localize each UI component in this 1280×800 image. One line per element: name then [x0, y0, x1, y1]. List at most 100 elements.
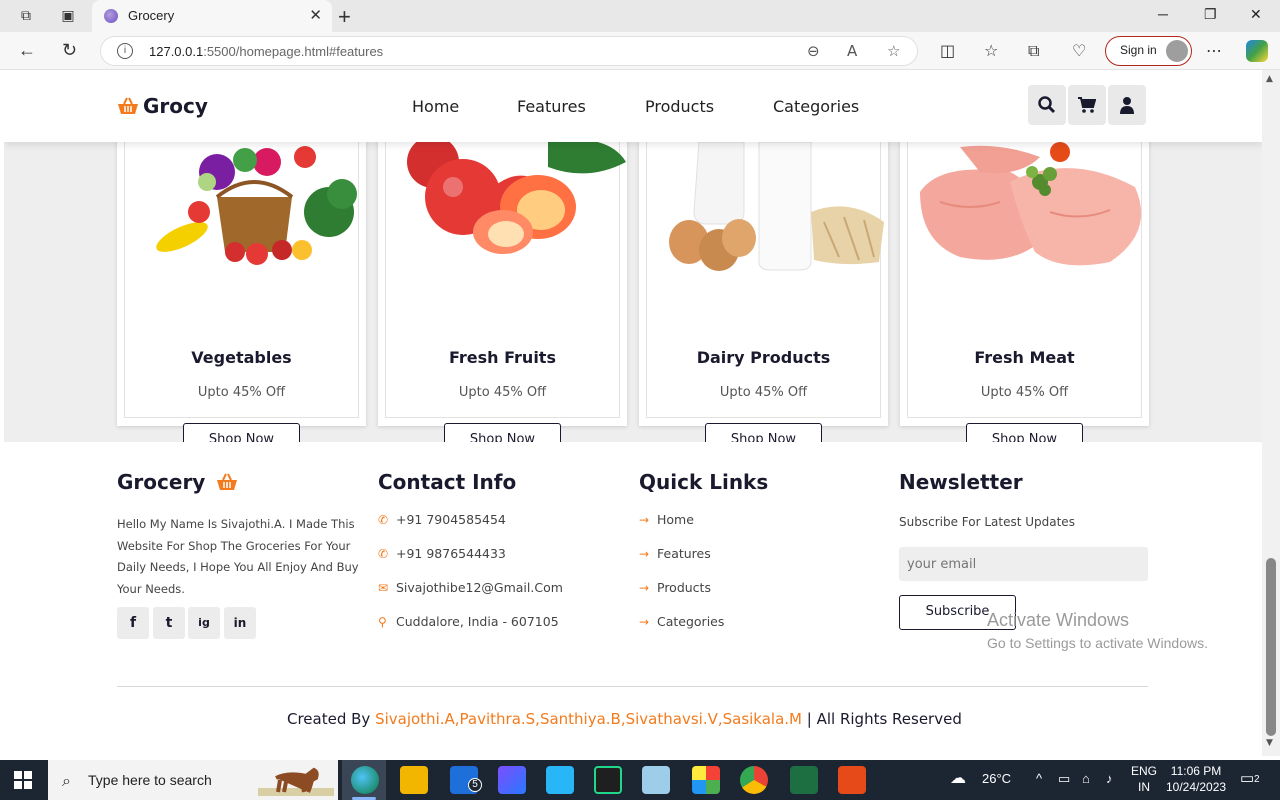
basket-icon	[118, 97, 138, 114]
browser-essentials-icon[interactable]: ♡	[1072, 41, 1086, 60]
tab-actions-icon[interactable]: ▣	[58, 6, 78, 26]
workspaces-icon[interactable]: ⧉	[16, 6, 36, 26]
search-icon	[1038, 96, 1056, 114]
nav-home[interactable]: Home	[412, 97, 459, 116]
product-title: Vegetables	[191, 348, 292, 367]
minimize-button[interactable]: ─	[1158, 6, 1168, 22]
favicon-icon	[104, 9, 118, 23]
footer-link-products[interactable]: → Products	[639, 580, 711, 595]
more-options-icon[interactable]: ⋯	[1206, 41, 1222, 60]
close-window-button[interactable]: ✕	[1250, 6, 1262, 23]
search-icon: ⌕	[62, 771, 71, 790]
scroll-up-icon[interactable]: ▲	[1266, 74, 1273, 84]
taskbar-search[interactable]: ⌕ Type here to search	[48, 760, 338, 800]
edge-browser-icon[interactable]	[351, 766, 379, 794]
file-explorer-icon[interactable]	[400, 766, 428, 794]
mail-badge: 5	[468, 778, 482, 792]
site-header: Grocy Home Features Products Categories	[4, 70, 1262, 142]
vegetables-image	[117, 142, 366, 272]
language-indicator[interactable]: ENG IN	[1131, 763, 1157, 795]
paint-app-icon[interactable]	[838, 766, 866, 794]
page-viewport: Grocy Home Features Products Categories	[4, 70, 1262, 756]
contact-phone-1[interactable]: ✆ +91 7904585454	[378, 512, 506, 527]
twitter-icon[interactable]: t	[153, 607, 185, 639]
email-field[interactable]	[899, 547, 1148, 581]
back-arrow-icon[interactable]: ←	[18, 40, 36, 61]
footer-link-categories[interactable]: → Categories	[639, 614, 724, 629]
windows-taskbar: ⌕ Type here to search 5 ☁ 26°C ^ ▭ ⌂ ♪ E…	[0, 760, 1280, 800]
browser-toolbar: ← ↻ i 127.0.0.1:5500/homepage.html#featu…	[0, 32, 1280, 70]
footer-newsletter-title: Newsletter	[899, 470, 1023, 494]
product-title: Fresh Fruits	[449, 348, 556, 367]
cart-button[interactable]	[1068, 85, 1106, 125]
footer-link-features[interactable]: → Features	[639, 546, 711, 561]
windows-media-icon[interactable]	[692, 766, 720, 794]
microsoft-store-icon[interactable]	[546, 766, 574, 794]
footer-credits: Created By Sivajothi.A,Pavithra.S,Santhi…	[287, 710, 962, 728]
site-footer: Grocery Hello My Name Is Sivajothi.A. I …	[4, 442, 1262, 756]
chrome-icon[interactable]	[740, 766, 768, 794]
tray-chevron-up-icon[interactable]: ^	[1036, 771, 1042, 786]
footer-link-home[interactable]: → Home	[639, 512, 694, 527]
basket-icon	[217, 473, 238, 490]
footer-divider	[117, 686, 1148, 687]
weather-icon[interactable]: ☁	[950, 768, 966, 788]
facebook-icon[interactable]: f	[117, 607, 149, 639]
copilot-icon[interactable]	[1246, 40, 1268, 62]
favorites-icon[interactable]: ☆	[984, 41, 998, 60]
notifications-icon[interactable]: ▭	[1240, 769, 1254, 787]
address-bar[interactable]: i 127.0.0.1:5500/homepage.html#features …	[100, 36, 918, 66]
battery-icon[interactable]: ▭	[1058, 771, 1070, 787]
zoom-out-icon[interactable]: ⊖	[807, 42, 820, 60]
arrow-right-icon: →	[639, 615, 650, 629]
search-highlight-horse-icon	[258, 767, 334, 796]
arrow-right-icon: →	[639, 581, 650, 595]
nav-categories[interactable]: Categories	[773, 97, 859, 116]
url-text[interactable]: 127.0.0.1:5500/homepage.html#features	[149, 44, 383, 59]
phone-icon: ✆	[378, 547, 389, 561]
site-info-icon[interactable]: i	[117, 43, 133, 59]
footer-contact: Contact Info ✆ +91 7904585454 ✆ +91 987654…	[378, 470, 628, 629]
scroll-down-icon[interactable]: ▼	[1266, 738, 1273, 748]
footer-quick-links: Quick Links → Home → Features → Products → C…	[639, 470, 889, 629]
contact-phone-2[interactable]: ✆ +91 9876544433	[378, 546, 506, 561]
new-tab-button[interactable]: +	[338, 4, 351, 30]
read-aloud-icon[interactable]: A	[847, 42, 857, 60]
pycharm-icon[interactable]	[594, 766, 622, 794]
copilot-app-icon[interactable]	[498, 766, 526, 794]
refresh-icon[interactable]: ↻	[62, 40, 77, 61]
taskbar-clock[interactable]: 11:06 PM 10/24/2023	[1166, 763, 1226, 795]
excel-icon[interactable]	[790, 766, 818, 794]
page-scrollbar[interactable]: ▲ ▼	[1262, 70, 1280, 756]
site-logo[interactable]: Grocy	[117, 94, 208, 118]
sign-in-button[interactable]: Sign in	[1105, 36, 1192, 66]
favorite-star-icon[interactable]: ☆	[887, 42, 900, 60]
weather-temp[interactable]: 26°C	[982, 771, 1011, 786]
arrow-right-icon: →	[639, 513, 650, 527]
network-icon[interactable]: ⌂	[1082, 771, 1090, 786]
linkedin-icon[interactable]: in	[224, 607, 256, 639]
scrollbar-thumb[interactable]	[1266, 558, 1276, 736]
dairy-image	[639, 142, 888, 272]
footer-links-title: Quick Links	[639, 470, 769, 494]
nav-products[interactable]: Products	[645, 97, 714, 116]
split-screen-icon[interactable]: ◫	[940, 41, 955, 60]
product-card-meat: Fresh Meat Upto 45% Off Shop Now	[900, 126, 1149, 458]
volume-icon[interactable]: ♪	[1106, 771, 1113, 786]
windows-start-icon[interactable]	[14, 771, 32, 789]
map-marker-icon: ⚲	[378, 615, 387, 629]
contact-email[interactable]: ✉ Sivajothibe12@Gmail.Com	[378, 580, 563, 595]
browser-tabbar: ⧉ ▣ Grocery ✕ + ─ ❐ ✕	[0, 0, 1280, 32]
nav-features[interactable]: Features	[517, 97, 586, 116]
collections-icon[interactable]: ⧉	[1028, 41, 1039, 61]
activate-windows-watermark: Activate Windows Go to Settings to activ…	[987, 610, 1208, 651]
browser-tab-grocery[interactable]: Grocery ✕	[92, 0, 332, 32]
instagram-icon[interactable]: ig	[188, 607, 220, 639]
search-button[interactable]	[1028, 85, 1066, 125]
footer-contact-title: Contact Info	[378, 470, 517, 494]
tab-close-icon[interactable]: ✕	[309, 6, 322, 24]
user-button[interactable]	[1108, 85, 1146, 125]
footer-newsletter: Newsletter Subscribe For Latest Updates …	[899, 470, 1149, 630]
notepad-icon[interactable]	[642, 766, 670, 794]
restore-button[interactable]: ❐	[1204, 6, 1217, 23]
